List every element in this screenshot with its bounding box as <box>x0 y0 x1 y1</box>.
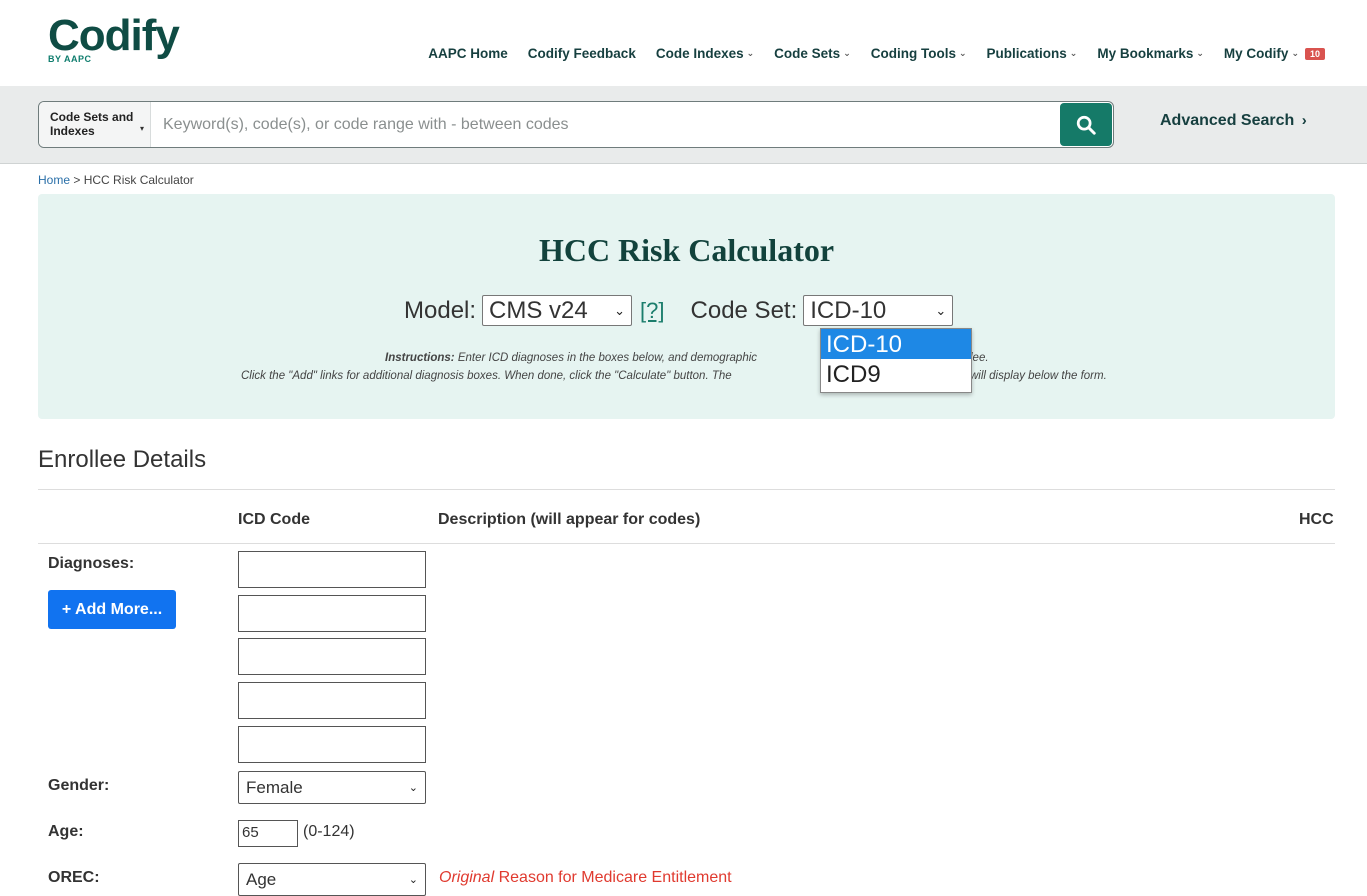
age-input[interactable]: 65 <box>238 820 298 847</box>
model-row: Model: CMS v24 ⌄ [?] Code Set: ICD-10 ⌄ <box>404 295 954 326</box>
chevron-down-icon: ⌄ <box>1196 48 1204 58</box>
age-range-hint: (0-124) <box>303 823 355 840</box>
diagnoses-label: Diagnoses: <box>48 555 135 572</box>
search-button[interactable] <box>1060 103 1112 146</box>
enrollee-title: Enrollee Details <box>38 446 207 473</box>
chevron-down-icon: ⌄ <box>843 48 851 58</box>
codify-logo[interactable]: Codify BY AAPC <box>48 11 180 65</box>
main-nav: AAPC Home Codify Feedback Code Indexes ⌄ … <box>428 46 1325 61</box>
breadcrumb-separator: > <box>73 173 81 187</box>
nav-code-sets[interactable]: Code Sets ⌄ <box>774 46 851 61</box>
page-title: HCC Risk Calculator <box>538 232 835 268</box>
search-input[interactable] <box>153 102 1053 147</box>
instructions-text-2-end: will display below the form. <box>970 370 1107 382</box>
nav-label: Code Indexes <box>655 46 744 61</box>
nav-codify-feedback[interactable]: Codify Feedback <box>528 46 636 61</box>
chevron-down-icon: ⌄ <box>935 302 947 318</box>
gender-select-value: Female <box>246 777 303 797</box>
icd-code-input-5[interactable] <box>238 726 426 763</box>
orec-select-value: Age <box>246 869 277 889</box>
divider <box>38 489 1335 490</box>
caret-down-icon: ▾ <box>139 124 144 133</box>
nav-label: AAPC Home <box>428 46 508 61</box>
icd-code-input-2[interactable] <box>238 595 426 632</box>
nav-label: My Bookmarks <box>1097 46 1194 61</box>
orec-select[interactable]: Age ⌄ <box>238 863 426 896</box>
breadcrumb: Home > HCC Risk Calculator <box>38 173 194 187</box>
advanced-search-link[interactable]: Advanced Search › <box>1160 112 1307 130</box>
icd-code-input-4[interactable] <box>238 682 426 719</box>
calculator-panel: HCC Risk Calculator Model: CMS v24 ⌄ [?]… <box>38 194 1335 419</box>
model-help-link[interactable]: [?] <box>640 298 664 324</box>
chevron-down-icon: ⌄ <box>1069 48 1078 58</box>
nav-my-codify[interactable]: My Codify ⌄ 10 <box>1224 46 1325 61</box>
gender-select[interactable]: Female ⌄ <box>238 771 426 804</box>
nav-coding-tools[interactable]: Coding Tools ⌄ <box>871 46 967 61</box>
nav-code-indexes[interactable]: Code Indexes ⌄ <box>656 46 754 61</box>
search-box: Code Sets and Indexes ▾ <box>38 101 1114 148</box>
divider <box>38 543 1335 544</box>
nav-publications[interactable]: Publications ⌄ <box>987 46 1078 61</box>
col-header-icd: ICD Code <box>238 511 310 528</box>
chevron-down-icon: ⌄ <box>614 302 626 318</box>
codeset-label: Code Set: <box>690 296 798 324</box>
nav-label: Coding Tools <box>870 46 956 61</box>
breadcrumb-current: HCC Risk Calculator <box>83 173 194 187</box>
gender-label: Gender: <box>48 777 110 794</box>
codeset-select-value: ICD-10 <box>810 296 887 324</box>
instructions-bold: Instructions: <box>385 352 455 364</box>
add-more-button[interactable]: + Add More... <box>48 590 176 629</box>
advanced-search-label: Advanced Search <box>1160 112 1295 129</box>
nav-label: My Codify <box>1223 46 1289 61</box>
model-select-value: CMS v24 <box>489 296 588 324</box>
nav-label: Code Sets <box>774 46 841 61</box>
nav-my-bookmarks[interactable]: My Bookmarks ⌄ <box>1097 46 1204 61</box>
nav-label: Codify Feedback <box>527 46 636 61</box>
instructions-text-1: Enter ICD diagnoses in the boxes below, … <box>457 352 758 364</box>
chevron-down-icon: ⌄ <box>408 874 418 886</box>
chevron-down-icon: ⌄ <box>958 48 967 58</box>
orec-label: OREC: <box>48 869 100 886</box>
logo-wordmark: Codify <box>48 11 180 60</box>
codeset-dropdown: ICD-10 ICD9 <box>820 328 972 393</box>
chevron-right-icon: › <box>1301 112 1307 129</box>
chevron-down-icon: ⌄ <box>408 782 418 794</box>
codeset-select[interactable]: ICD-10 ⌄ <box>803 295 954 326</box>
model-label: Model: <box>404 296 477 324</box>
orec-note-text: Reason for Medicare Entitlement <box>494 869 732 886</box>
codeset-option-icd9[interactable]: ICD9 <box>821 359 971 389</box>
chevron-down-icon: ⌄ <box>1291 48 1299 58</box>
breadcrumb-home[interactable]: Home <box>38 173 70 187</box>
nav-label: Publications <box>986 46 1067 61</box>
nav-aapc-home[interactable]: AAPC Home <box>428 46 508 61</box>
col-header-hcc: HCC <box>1299 511 1334 528</box>
icd-code-input-1[interactable] <box>238 551 426 588</box>
instructions-text-1-end: lee. <box>970 352 989 364</box>
codeset-option-icd10[interactable]: ICD-10 <box>821 329 971 359</box>
search-scope-label: Code Sets and Indexes <box>50 110 134 138</box>
notification-badge: 10 <box>1304 47 1325 60</box>
orec-note-italic: Original <box>439 869 495 886</box>
search-scope-select[interactable]: Code Sets and Indexes ▾ <box>39 102 151 147</box>
icd-code-input-3[interactable] <box>238 638 426 675</box>
age-label: Age: <box>48 823 84 840</box>
chevron-down-icon: ⌄ <box>746 48 755 58</box>
orec-note: Original Reason for Medicare Entitlement <box>439 869 732 887</box>
search-icon <box>1076 115 1096 135</box>
site-header: Codify BY AAPC AAPC Home Codify Feedback… <box>0 0 1367 87</box>
instructions-text-2: Click the "Add" links for additional dia… <box>241 370 732 382</box>
model-select[interactable]: CMS v24 ⌄ <box>482 295 633 326</box>
col-header-description: Description (will appear for codes) <box>438 511 701 528</box>
